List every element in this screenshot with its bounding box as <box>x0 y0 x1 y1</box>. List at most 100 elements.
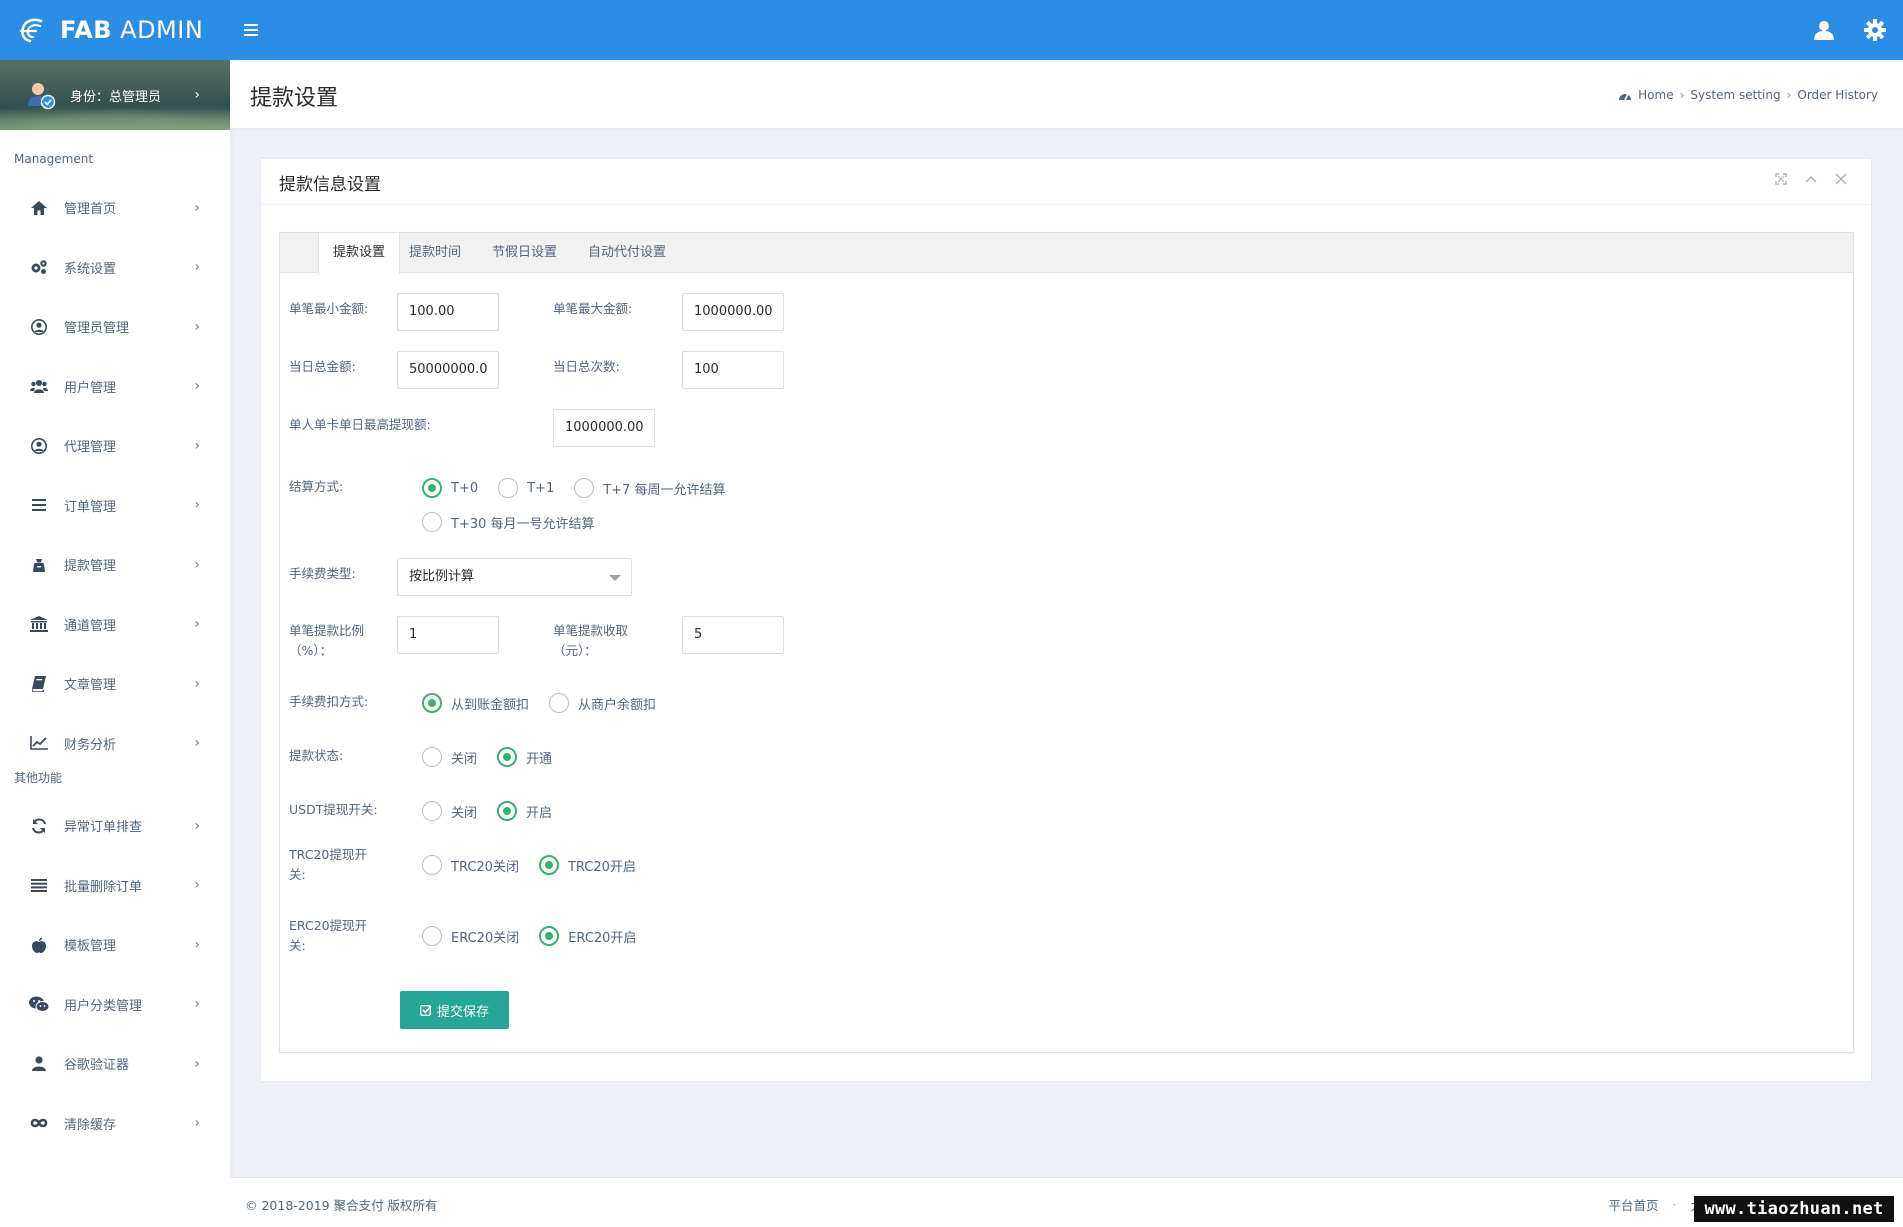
fee-input[interactable]: 5 <box>682 616 784 654</box>
sidebar-item-management-1[interactable]: 系统设置 › <box>0 238 230 298</box>
deduct-method-label: 手续费扣方式: <box>289 694 369 709</box>
sidebar-item-other-0[interactable]: 异常订单排查 › <box>0 796 230 856</box>
sidebar-item-label: 管理首页 <box>64 202 117 218</box>
card-daily-max-input[interactable]: 1000000.00 <box>553 409 655 447</box>
status-option-open[interactable]: 开通 <box>497 747 552 767</box>
apple-icon <box>28 934 50 956</box>
sidebar-item-label: 管理员管理 <box>64 321 130 337</box>
deduct-option-label: 从商户余额扣 <box>578 697 657 713</box>
settle-method-label: 结算方式: <box>289 479 344 494</box>
radio-icon[interactable] <box>422 512 442 532</box>
user-icon <box>28 1053 50 1075</box>
footer-link-home[interactable]: 平台首页 <box>1608 1195 1658 1214</box>
radio-icon[interactable] <box>539 926 560 946</box>
radio-icon[interactable] <box>422 855 442 875</box>
chevron-right-icon: › <box>194 556 200 573</box>
radio-icon[interactable] <box>549 693 570 713</box>
sidebar-item-label: 用户管理 <box>64 380 117 396</box>
deduct-option-label: 从到账金额扣 <box>451 697 530 713</box>
sidebar-item-management-0[interactable]: 管理首页 › <box>0 178 230 238</box>
usdt-option-on[interactable]: 开启 <box>497 801 552 821</box>
section-label-management: Management <box>14 152 94 166</box>
deduct-option-arrival[interactable]: 从到账金额扣 <box>422 693 529 713</box>
breadcrumb-system-setting[interactable]: System setting <box>1690 88 1780 102</box>
sidebar-item-other-1[interactable]: 批量删除订单 › <box>0 856 230 916</box>
gears-icon <box>28 256 50 278</box>
bars-icon <box>28 874 50 896</box>
tab-withdraw-time[interactable]: 提款时间 <box>395 233 475 273</box>
radio-icon[interactable] <box>422 801 442 821</box>
dashboard-icon <box>1619 93 1632 101</box>
settings-gear-icon[interactable] <box>1859 14 1891 46</box>
sidebar-item-management-7[interactable]: 通道管理 › <box>0 595 230 655</box>
chevron-right-icon: › <box>194 437 200 454</box>
min-amount-input[interactable]: 100.00 <box>397 293 499 331</box>
sidebar-item-other-5[interactable]: 清除缓存 › <box>0 1094 230 1154</box>
sidebar-item-other-2[interactable]: 模板管理 › <box>0 915 230 975</box>
erc20-option-on[interactable]: ERC20开启 <box>539 926 636 946</box>
status-option-closed[interactable]: 关闭 <box>422 747 477 767</box>
settle-option-t7[interactable]: T+7 每周一允许结算 <box>574 478 725 498</box>
daily-total-input[interactable]: 50000000.0 <box>397 351 499 389</box>
sidebar-item-management-2[interactable]: 管理员管理 › <box>0 297 230 357</box>
radio-icon[interactable] <box>422 747 442 767</box>
sidebar-item-management-6[interactable]: 提款管理 › <box>0 535 230 595</box>
chevron-right-icon: › <box>194 877 200 894</box>
breadcrumb-home[interactable]: Home <box>1638 88 1673 102</box>
usdt-switch-label: USDT提现开关: <box>289 802 378 817</box>
top-navbar: FAB ADMIN <box>0 0 1903 60</box>
settle-option-t1[interactable]: T+1 <box>498 478 554 498</box>
erc20-switch-label-line2: 关: <box>289 938 306 953</box>
tab-withdraw-settings[interactable]: 提款设置 <box>318 233 401 274</box>
sidebar-item-other-4[interactable]: 谷歌验证器 › <box>0 1034 230 1094</box>
users-icon <box>28 375 50 397</box>
settle-option-t0[interactable]: T+0 <box>422 478 478 498</box>
sidebar-item-other-3[interactable]: 用户分类管理 › <box>0 975 230 1035</box>
close-icon[interactable] <box>1833 171 1849 187</box>
sidebar-item-management-5[interactable]: 订单管理 › <box>0 476 230 536</box>
sidebar-item-management-4[interactable]: 代理管理 › <box>0 416 230 476</box>
sidebar-item-label: 用户分类管理 <box>64 998 143 1014</box>
user-circle-icon <box>28 435 50 457</box>
daily-count-input[interactable]: 100 <box>682 351 784 389</box>
usdt-option-label: 关闭 <box>451 805 478 821</box>
usdt-option-off[interactable]: 关闭 <box>422 801 477 821</box>
chevron-right-icon: › <box>194 378 200 395</box>
brand[interactable]: FAB ADMIN <box>0 0 230 60</box>
settle-option-label: T+30 每月一号允许结算 <box>451 516 595 532</box>
radio-icon[interactable] <box>538 855 559 875</box>
ratio-input[interactable]: 1 <box>397 616 499 654</box>
radio-icon[interactable] <box>497 801 518 821</box>
collapse-icon[interactable] <box>1803 171 1819 187</box>
radio-icon[interactable] <box>497 747 518 767</box>
menu-toggle-icon[interactable] <box>244 18 268 42</box>
fee-label-line1: 单笔提款收取 <box>553 623 629 638</box>
trc20-option-off[interactable]: TRC20关闭 <box>422 855 519 875</box>
fee-type-select[interactable]: 按比例计算 <box>397 558 632 596</box>
submit-save-button[interactable]: 提交保存 <box>400 991 509 1029</box>
card-title: 提款信息设置 <box>279 175 381 195</box>
radio-icon[interactable] <box>422 478 442 498</box>
sidebar-item-management-3[interactable]: 用户管理 › <box>0 357 230 417</box>
radio-icon[interactable] <box>422 693 442 713</box>
radio-icon[interactable] <box>498 478 519 498</box>
settle-option-label: T+7 每周一允许结算 <box>603 482 726 498</box>
expand-icon[interactable] <box>1773 171 1789 187</box>
tab-holiday-settings[interactable]: 节假日设置 <box>478 233 571 273</box>
trc20-option-on[interactable]: TRC20开启 <box>538 855 636 875</box>
tab-auto-payout-settings[interactable]: 自动代付设置 <box>574 233 680 273</box>
radio-icon[interactable] <box>422 926 442 946</box>
sidebar-item-management-8[interactable]: 文章管理 › <box>0 654 230 714</box>
radio-icon[interactable] <box>574 478 595 498</box>
sidebar-item-management-9[interactable]: 财务分析 › <box>0 714 230 774</box>
settle-option-label: T+1 <box>527 480 555 496</box>
deduct-option-balance[interactable]: 从商户余额扣 <box>549 693 656 713</box>
erc20-option-off[interactable]: ERC20关闭 <box>422 926 519 946</box>
max-amount-input[interactable]: 1000000.00 <box>682 293 784 331</box>
sidebar-profile[interactable]: 身份：总管理员 › <box>0 60 230 130</box>
min-amount-label: 单笔最小金额: <box>289 301 369 316</box>
footer: © 2018-2019 聚合支付 版权所有 平台首页 · 大 <box>230 1177 1903 1227</box>
profile-name: 身份：总管理员 <box>70 89 162 105</box>
user-profile-icon[interactable] <box>1808 14 1840 46</box>
settle-option-t30[interactable]: T+30 每月一号允许结算 <box>422 512 595 532</box>
